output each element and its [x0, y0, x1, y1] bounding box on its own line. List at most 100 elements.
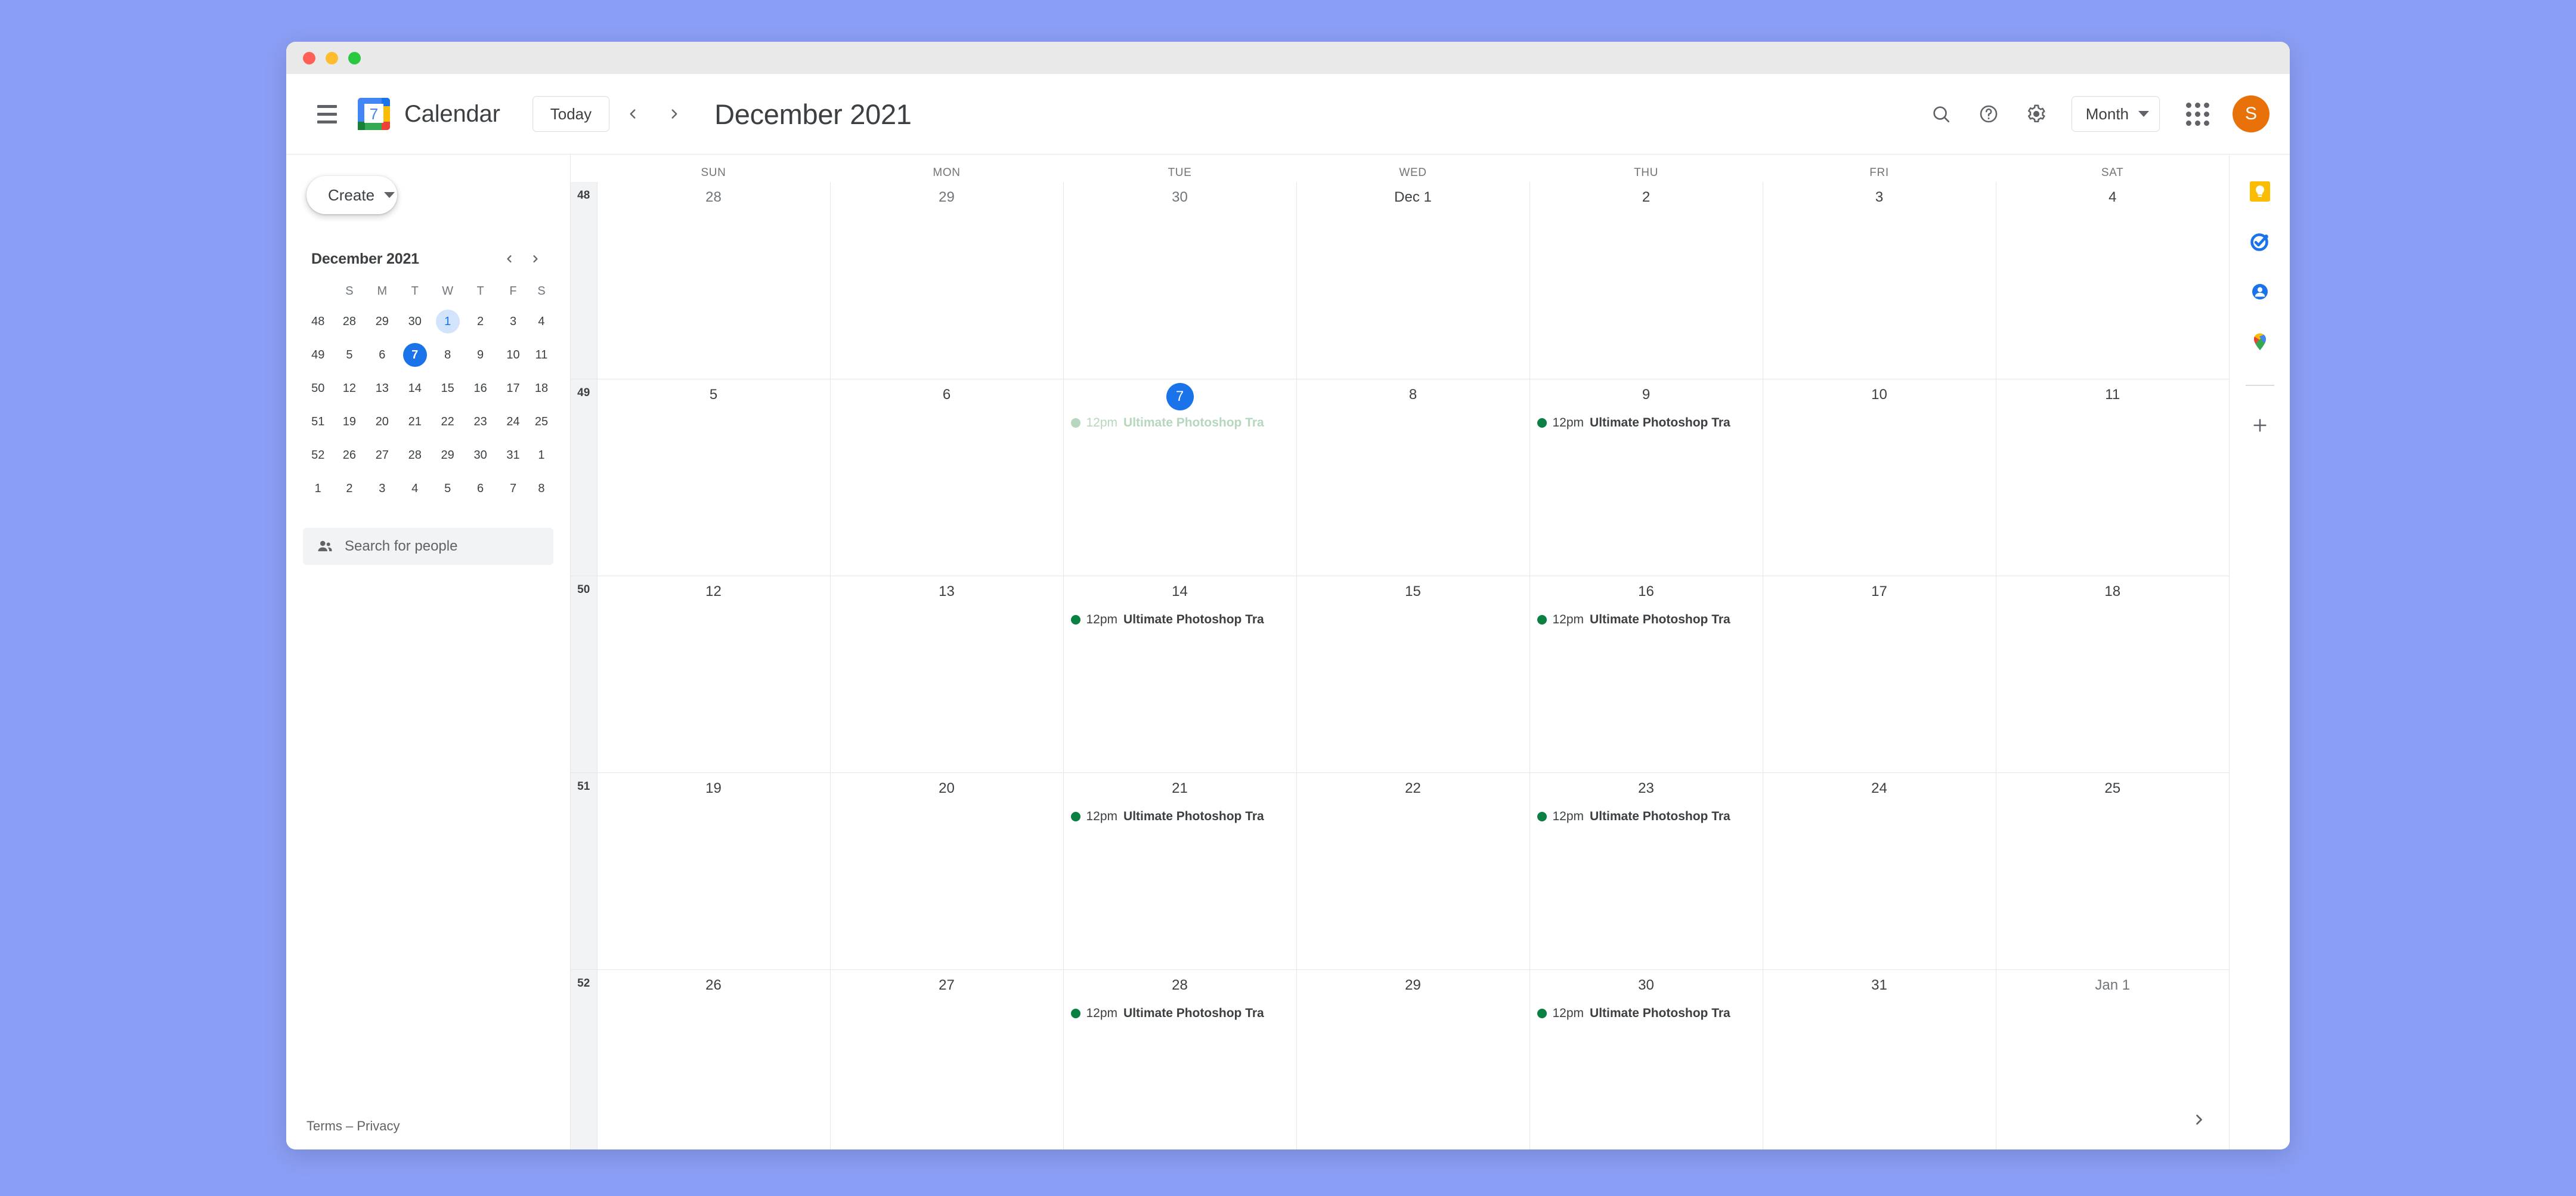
calendar-event[interactable]: 12pm Ultimate Photoshop Tra: [1537, 413, 1757, 433]
calendar-day-cell[interactable]: 31: [1762, 969, 1996, 1149]
mini-calendar-day[interactable]: 21: [398, 405, 431, 438]
expand-grid-button[interactable]: [2182, 1103, 2216, 1136]
mini-calendar-day[interactable]: 20: [366, 405, 398, 438]
mini-calendar-day[interactable]: 14: [398, 372, 431, 405]
mini-calendar-day[interactable]: 29: [431, 438, 464, 472]
mini-calendar-day[interactable]: 15: [431, 372, 464, 405]
calendar-day-number[interactable]: 9: [1530, 379, 1763, 408]
calendar-day-cell[interactable]: 18: [1995, 575, 2229, 772]
calendar-day-cell[interactable]: 14 12pm Ultimate Photoshop Tra: [1063, 575, 1296, 772]
mini-calendar-day[interactable]: 1: [431, 305, 464, 338]
calendar-day-number[interactable]: 28: [1064, 970, 1296, 999]
mini-calendar-day[interactable]: 16: [464, 372, 497, 405]
calendar-day-cell[interactable]: 21 12pm Ultimate Photoshop Tra: [1063, 772, 1296, 969]
mini-week-number[interactable]: 1: [303, 472, 333, 505]
calendar-day-cell[interactable]: 24: [1762, 772, 1996, 969]
mini-week-number[interactable]: 48: [303, 305, 333, 338]
mini-calendar-day[interactable]: 7: [497, 472, 530, 505]
mini-calendar-day[interactable]: 23: [464, 405, 497, 438]
calendar-day-number[interactable]: 20: [831, 773, 1063, 802]
mini-calendar-day[interactable]: 3: [366, 472, 398, 505]
calendar-day-cell[interactable]: 23 12pm Ultimate Photoshop Tra: [1529, 772, 1763, 969]
mini-week-number[interactable]: 49: [303, 338, 333, 372]
calendar-day-number[interactable]: 7: [1064, 379, 1296, 410]
calendar-day-number[interactable]: 16: [1530, 576, 1763, 605]
mini-calendar-day[interactable]: 30: [464, 438, 497, 472]
view-selector[interactable]: Month: [2071, 96, 2160, 132]
mini-calendar-day[interactable]: 13: [366, 372, 398, 405]
calendar-day-cell[interactable]: Dec 1: [1296, 182, 1530, 379]
mini-calendar-day[interactable]: 30: [398, 305, 431, 338]
mini-calendar-day[interactable]: 1: [530, 438, 553, 472]
mini-week-number[interactable]: 50: [303, 372, 333, 405]
calendar-event[interactable]: 12pm Ultimate Photoshop Tra: [1537, 610, 1757, 630]
calendar-day-cell[interactable]: 12: [596, 575, 830, 772]
mini-calendar-day[interactable]: 19: [333, 405, 366, 438]
mini-calendar-day[interactable]: 5: [333, 338, 366, 372]
calendar-day-cell[interactable]: 8: [1296, 378, 1530, 576]
calendar-day-number[interactable]: 2: [1530, 182, 1763, 211]
calendar-event[interactable]: 12pm Ultimate Photoshop Tra: [1070, 1003, 1290, 1024]
calendar-day-cell[interactable]: 30: [1063, 182, 1296, 379]
mini-calendar-day[interactable]: 28: [398, 438, 431, 472]
mini-week-number[interactable]: 51: [303, 405, 333, 438]
mini-calendar-day[interactable]: 3: [497, 305, 530, 338]
calendar-week-number[interactable]: 52: [571, 969, 597, 1149]
calendar-day-cell[interactable]: 9 12pm Ultimate Photoshop Tra: [1529, 378, 1763, 576]
calendar-day-number[interactable]: 15: [1297, 576, 1530, 605]
mini-calendar-day[interactable]: 26: [333, 438, 366, 472]
minimize-window-button[interactable]: [326, 51, 338, 64]
calendar-day-number[interactable]: 28: [597, 182, 830, 211]
calendar-day-cell[interactable]: 20: [829, 772, 1063, 969]
calendar-day-number[interactable]: 23: [1530, 773, 1763, 802]
mini-calendar-day[interactable]: 6: [464, 472, 497, 505]
calendar-day-cell[interactable]: 29: [1296, 969, 1530, 1149]
calendar-day-cell[interactable]: 30 12pm Ultimate Photoshop Tra: [1529, 969, 1763, 1149]
calendar-day-number[interactable]: 29: [831, 182, 1063, 211]
calendar-day-cell[interactable]: 6: [829, 378, 1063, 576]
previous-period-button[interactable]: [614, 95, 651, 132]
mini-calendar-prev-button[interactable]: [496, 246, 522, 272]
mini-calendar-day[interactable]: 22: [431, 405, 464, 438]
mini-calendar-day[interactable]: 9: [464, 338, 497, 372]
calendar-day-cell[interactable]: 27: [829, 969, 1063, 1149]
calendar-day-cell[interactable]: 22: [1296, 772, 1530, 969]
calendar-day-cell[interactable]: 17: [1762, 575, 1996, 772]
gear-icon[interactable]: [2017, 94, 2056, 134]
calendar-day-number[interactable]: 10: [1763, 379, 1996, 408]
calendar-day-cell[interactable]: 7 12pm Ultimate Photoshop Tra: [1063, 378, 1296, 576]
calendar-day-number[interactable]: 11: [1996, 379, 2230, 408]
terms-privacy-link[interactable]: Terms – Privacy: [306, 1118, 400, 1134]
google-tasks-icon[interactable]: [2243, 225, 2277, 258]
calendar-day-number[interactable]: 3: [1763, 182, 1996, 211]
mini-calendar-day[interactable]: 4: [530, 305, 553, 338]
calendar-day-number[interactable]: 4: [1996, 182, 2230, 211]
calendar-week-number[interactable]: 48: [571, 182, 597, 379]
calendar-day-cell[interactable]: 29: [829, 182, 1063, 379]
hamburger-menu-icon[interactable]: [310, 97, 343, 131]
calendar-day-cell[interactable]: 26: [596, 969, 830, 1149]
mini-calendar-day[interactable]: 2: [333, 472, 366, 505]
mini-calendar-day[interactable]: 18: [530, 372, 553, 405]
calendar-day-number[interactable]: Dec 1: [1297, 182, 1530, 211]
close-window-button[interactable]: [303, 51, 315, 64]
calendar-day-cell[interactable]: 10: [1762, 378, 1996, 576]
calendar-week-number[interactable]: 50: [571, 575, 597, 772]
calendar-day-number[interactable]: 25: [1996, 773, 2230, 802]
next-period-button[interactable]: [656, 95, 693, 132]
plus-icon[interactable]: [2243, 409, 2277, 442]
mini-calendar-day[interactable]: 25: [530, 405, 553, 438]
calendar-day-cell[interactable]: 2: [1529, 182, 1763, 379]
calendar-day-cell[interactable]: 28 12pm Ultimate Photoshop Tra: [1063, 969, 1296, 1149]
calendar-day-number[interactable]: 26: [597, 970, 830, 999]
search-people-input[interactable]: Search for people: [303, 528, 553, 565]
calendar-day-number[interactable]: Jan 1: [1996, 970, 2230, 999]
calendar-day-cell[interactable]: 13: [829, 575, 1063, 772]
calendar-day-cell[interactable]: 5: [596, 378, 830, 576]
mini-calendar-day[interactable]: 2: [464, 305, 497, 338]
calendar-event[interactable]: 12pm Ultimate Photoshop Tra: [1070, 610, 1290, 630]
calendar-day-number[interactable]: 13: [831, 576, 1063, 605]
mini-calendar-day[interactable]: 29: [366, 305, 398, 338]
calendar-day-number[interactable]: 21: [1064, 773, 1296, 802]
mini-calendar-day[interactable]: 24: [497, 405, 530, 438]
